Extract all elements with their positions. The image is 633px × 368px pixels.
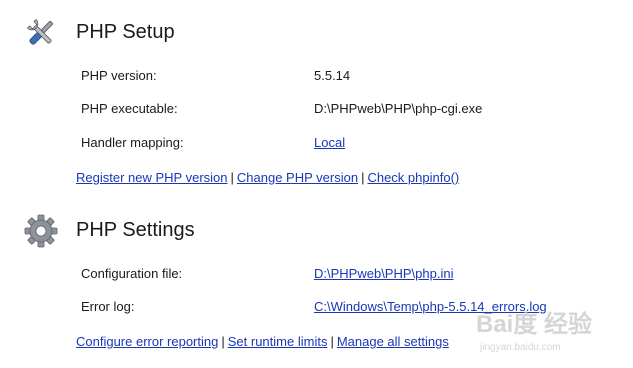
php-version-row: PHP version: 5.5.14	[0, 67, 633, 85]
separator: |	[230, 170, 234, 185]
php-setup-title: PHP Setup	[76, 21, 175, 43]
manage-all-settings-link[interactable]: Manage all settings	[337, 334, 449, 349]
wrench-screwdriver-icon	[24, 16, 58, 50]
php-settings-actions: Configure error reporting | Set runtime li…	[76, 333, 449, 351]
separator: |	[221, 334, 225, 349]
configuration-file-label: Configuration file:	[81, 266, 183, 281]
watermark-url: jingyan.baidu.com	[479, 342, 561, 353]
handler-mapping-label: Handler mapping:	[81, 135, 184, 150]
handler-mapping-row: Handler mapping: Local	[0, 134, 633, 152]
baidu-jingyan-watermark: Bai度 经验 jingyan.baidu.com	[470, 292, 630, 362]
php-executable-row: PHP executable: D:\PHPweb\PHP\php-cgi.ex…	[0, 100, 633, 118]
handler-mapping-link[interactable]: Local	[314, 135, 345, 150]
php-version-label: PHP version:	[81, 68, 157, 83]
configure-error-reporting-link[interactable]: Configure error reporting	[76, 334, 218, 349]
separator: |	[361, 170, 365, 185]
php-setup-actions: Register new PHP version | Change PHP vers…	[76, 169, 459, 187]
watermark-brand: Bai度 经验	[476, 310, 592, 338]
separator: |	[330, 334, 334, 349]
php-executable-value: D:\PHPweb\PHP\php-cgi.exe	[314, 101, 483, 116]
change-php-version-link[interactable]: Change PHP version	[237, 170, 358, 185]
configuration-file-link[interactable]: D:\PHPweb\PHP\php.ini	[314, 266, 453, 281]
php-version-value: 5.5.14	[314, 68, 351, 83]
configuration-file-row: Configuration file: D:\PHPweb\PHP\php.in…	[0, 265, 633, 283]
php-executable-label: PHP executable:	[81, 101, 178, 116]
check-phpinfo-link[interactable]: Check phpinfo()	[367, 170, 459, 185]
register-php-version-link[interactable]: Register new PHP version	[76, 170, 228, 185]
set-runtime-limits-link[interactable]: Set runtime limits	[228, 334, 328, 349]
gear-icon	[24, 214, 58, 248]
php-settings-title: PHP Settings	[76, 219, 195, 241]
error-log-label: Error log:	[81, 299, 135, 314]
